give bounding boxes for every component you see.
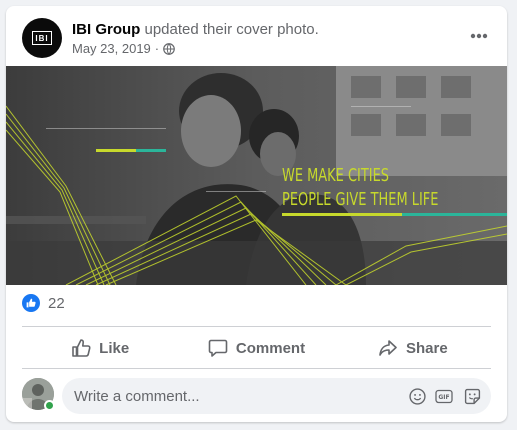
comment-input[interactable] xyxy=(62,378,392,414)
divider xyxy=(22,368,491,369)
ellipsis-icon xyxy=(470,33,488,39)
svg-text:GIF: GIF xyxy=(438,394,449,401)
comment-icon xyxy=(208,339,228,357)
sticker-icon[interactable] xyxy=(462,386,482,406)
gif-icon[interactable]: GIF xyxy=(434,386,454,406)
divider xyxy=(22,326,491,327)
emoji-icon[interactable] xyxy=(407,386,427,406)
action-bar: Like Comment Share xyxy=(22,328,491,368)
post-meta: May 23, 2019 · xyxy=(72,41,175,57)
reaction-summary[interactable]: 22 xyxy=(22,294,65,312)
cover-tagline: WE MAKE CITIES PEOPLE GIVE THEM LIFE xyxy=(282,164,438,212)
reaction-count: 22 xyxy=(48,294,65,312)
tagline-line-2: PEOPLE GIVE THEM LIFE xyxy=(282,189,439,210)
page-avatar[interactable]: IBI xyxy=(22,18,62,58)
like-button[interactable]: Like xyxy=(22,328,178,368)
tagline-line-1: WE MAKE CITIES xyxy=(282,165,390,186)
post-card: IBI IBI Group updated their cover photo.… xyxy=(6,6,507,422)
comment-composer: GIF xyxy=(22,378,491,414)
thumbs-up-icon xyxy=(22,294,40,312)
comment-box: GIF xyxy=(62,378,491,414)
share-icon xyxy=(379,340,397,356)
cover-photo[interactable]: WE MAKE CITIES PEOPLE GIVE THEM LIFE xyxy=(6,66,507,285)
globe-icon xyxy=(163,43,175,55)
page-name-link[interactable]: IBI Group xyxy=(72,21,140,38)
like-label: Like xyxy=(99,339,130,357)
online-status-indicator xyxy=(44,400,55,411)
share-label: Share xyxy=(405,339,448,357)
post-date-link[interactable]: May 23, 2019 xyxy=(72,41,151,57)
share-button[interactable]: Share xyxy=(335,328,491,368)
meta-separator: · xyxy=(154,41,160,56)
post-header: IBI IBI Group updated their cover photo.… xyxy=(6,6,507,66)
post-action-text: updated their cover photo. xyxy=(144,21,319,38)
ibi-logo: IBI xyxy=(32,31,52,45)
more-options-button[interactable] xyxy=(465,22,493,50)
like-icon xyxy=(72,339,91,357)
comment-label: Comment xyxy=(235,339,306,357)
comment-button[interactable]: Comment xyxy=(178,328,334,368)
post-title: IBI Group updated their cover photo. xyxy=(72,20,319,40)
